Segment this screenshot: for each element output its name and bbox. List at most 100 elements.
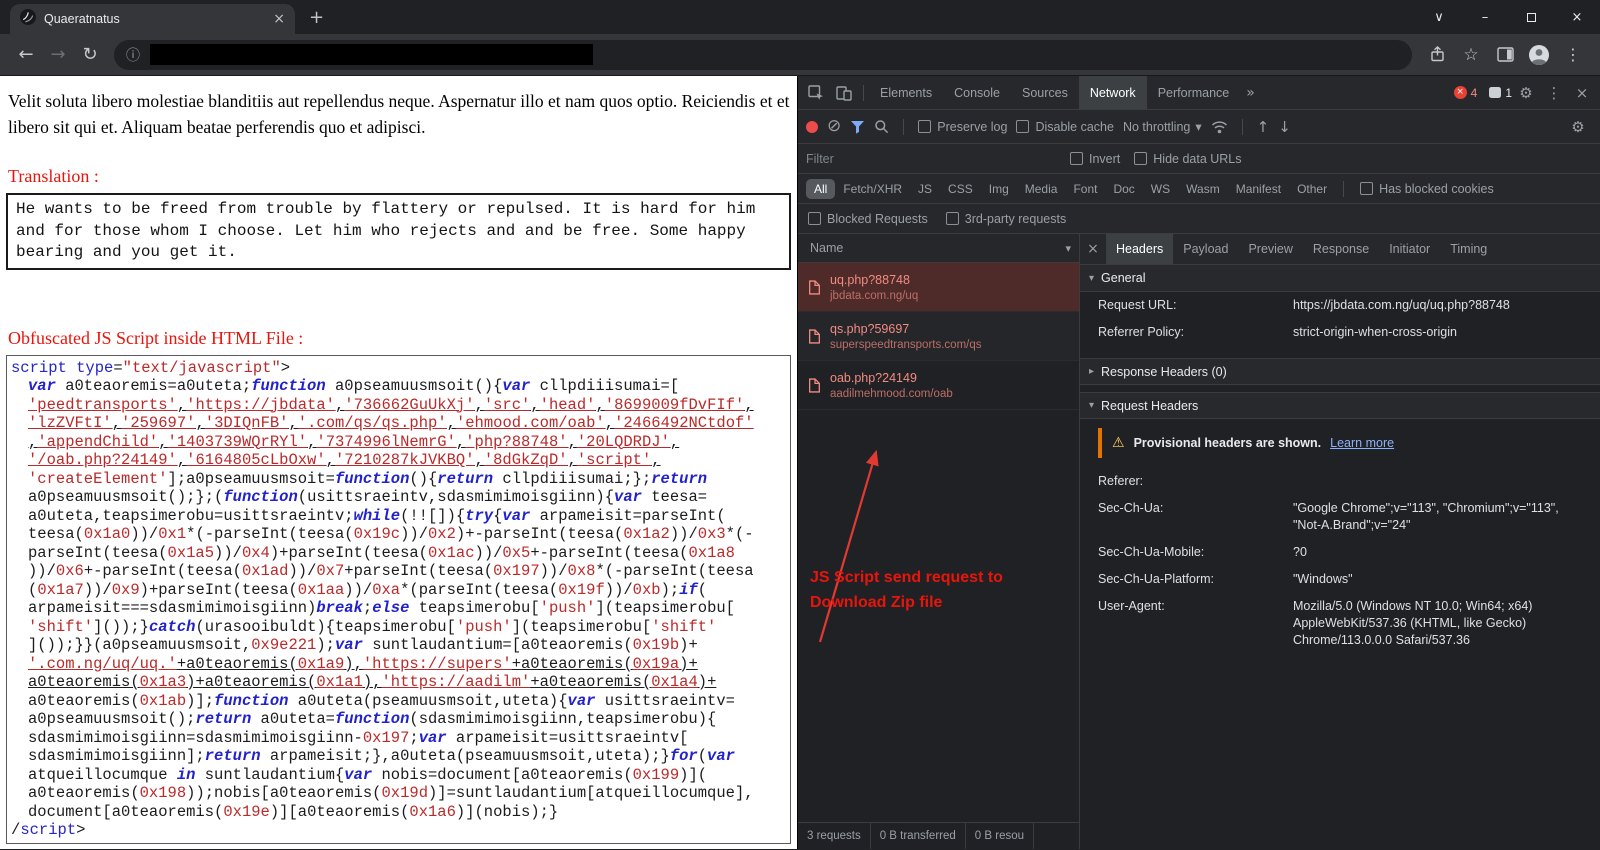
- network-conditions-icon[interactable]: [1211, 120, 1228, 134]
- new-tab-button[interactable]: +: [309, 7, 324, 28]
- devtools-tab-network[interactable]: Network: [1078, 76, 1147, 109]
- reload-icon[interactable]: ↻: [74, 44, 106, 65]
- filter-chip-js[interactable]: JS: [910, 179, 940, 199]
- detail-tab-response[interactable]: Response: [1303, 234, 1379, 264]
- filter-chip-fetch-xhr[interactable]: Fetch/XHR: [835, 179, 910, 199]
- devtools-menu-icon[interactable]: ⋮: [1540, 76, 1568, 110]
- code-line: '/oab.php?24149','6164805cLbOxw','721028…: [28, 451, 661, 469]
- header-row: Sec-Ch-Ua: "Google Chrome";v="113", "Chro…: [1080, 495, 1600, 539]
- detail-tab-headers[interactable]: Headers: [1106, 234, 1174, 264]
- obfuscated-code-box: script type="text/javascript"> var a0teao…: [6, 354, 791, 844]
- header-value: [1293, 473, 1590, 490]
- clear-icon[interactable]: ⊘: [827, 118, 841, 135]
- tab-search-chevron-icon[interactable]: ∨: [1416, 10, 1462, 25]
- address-bar[interactable]: ⓘ: [114, 39, 1412, 70]
- hide-data-urls-checkbox[interactable]: Hide data URLs: [1134, 152, 1242, 166]
- detail-tab-preview[interactable]: Preview: [1238, 234, 1302, 264]
- redacted-url: [150, 44, 593, 65]
- network-settings-icon[interactable]: ⚙: [1564, 110, 1592, 144]
- filter-chip-all[interactable]: All: [806, 178, 836, 199]
- filter-chip-ws[interactable]: WS: [1143, 179, 1178, 199]
- device-toolbar-icon[interactable]: [830, 76, 858, 110]
- inspect-icon[interactable]: [802, 76, 830, 110]
- section-response-headers[interactable]: ▸ Response Headers (0): [1080, 358, 1600, 385]
- section-label: General: [1101, 271, 1146, 285]
- filter-chip-css[interactable]: CSS: [940, 179, 981, 199]
- network-request-row[interactable]: oab.php?24149 aadilmehmood.com/oab: [798, 361, 1079, 410]
- checkbox-box: [1070, 152, 1083, 165]
- section-general[interactable]: ▾ General: [1080, 265, 1600, 292]
- preserve-log-checkbox[interactable]: Preserve log: [918, 120, 1007, 134]
- devtools-close-icon[interactable]: ×: [1568, 76, 1596, 110]
- bookmark-star-icon[interactable]: ☆: [1454, 45, 1488, 65]
- window-close-icon[interactable]: ×: [1554, 10, 1600, 25]
- intro-paragraph: Velit soluta libero molestiae blanditiis…: [8, 91, 790, 137]
- browser-menu-icon[interactable]: ⋮: [1556, 45, 1590, 64]
- filter-chip-media[interactable]: Media: [1017, 179, 1066, 199]
- request-detail-panel: × Headers Payload Preview Response Initiator…: [1080, 234, 1600, 849]
- disable-cache-checkbox[interactable]: Disable cache: [1016, 120, 1114, 134]
- devtools-tab-elements[interactable]: Elements: [869, 76, 943, 109]
- headers-view: ▾ General Request URL: https://jbdata.com…: [1080, 265, 1600, 849]
- filter-chip-other[interactable]: Other: [1289, 179, 1335, 199]
- filter-chip-img[interactable]: Img: [981, 179, 1017, 199]
- maximize-icon[interactable]: [1508, 10, 1554, 25]
- filter-chip-manifest[interactable]: Manifest: [1228, 179, 1289, 199]
- export-har-icon[interactable]: ↓: [1278, 118, 1291, 136]
- provisional-headers-warning: ⚠ Provisional headers are shown. Learn m…: [1098, 428, 1600, 458]
- triangle-down-icon: ▾: [1089, 272, 1095, 284]
- invert-checkbox[interactable]: Invert: [1070, 152, 1120, 166]
- back-icon[interactable]: ←: [10, 44, 42, 65]
- obfuscated-heading: Obfuscated JS Script inside HTML File :: [8, 327, 304, 348]
- devtools-tab-sources[interactable]: Sources: [1011, 76, 1079, 109]
- side-panel-icon[interactable]: [1488, 47, 1522, 62]
- minimize-icon[interactable]: –: [1462, 10, 1508, 25]
- section-label: Request Headers: [1101, 398, 1199, 413]
- record-icon[interactable]: [806, 120, 818, 133]
- search-icon[interactable]: [874, 119, 889, 134]
- blocked-requests-row: Blocked Requests 3rd-party requests: [798, 204, 1600, 234]
- third-party-requests-checkbox[interactable]: 3rd-party requests: [945, 212, 1066, 226]
- filter-chip-doc[interactable]: Doc: [1105, 179, 1142, 199]
- profile-avatar[interactable]: [1522, 44, 1556, 66]
- browser-tab[interactable]: Quaeratnatus ×: [10, 4, 295, 34]
- filter-input[interactable]: [806, 151, 1056, 166]
- network-request-row[interactable]: qs.php?59697 superspeedtransports.com/qs: [798, 312, 1079, 361]
- detail-tabbar: × Headers Payload Preview Response Initiator…: [1080, 234, 1600, 265]
- issues-badge[interactable]: 1: [1489, 86, 1512, 100]
- more-tabs-icon[interactable]: »: [1240, 85, 1261, 101]
- has-blocked-cookies-checkbox[interactable]: Has blocked cookies: [1360, 182, 1494, 196]
- devtools-tab-performance[interactable]: Performance: [1147, 76, 1241, 109]
- blocked-requests-checkbox[interactable]: Blocked Requests: [808, 212, 928, 226]
- share-icon[interactable]: [1420, 46, 1454, 63]
- error-count-badge[interactable]: × 4: [1453, 86, 1477, 100]
- detail-close-icon[interactable]: ×: [1080, 241, 1106, 257]
- filter-chip-wasm[interactable]: Wasm: [1178, 179, 1228, 199]
- section-request-headers[interactable]: ▾ Request Headers: [1080, 392, 1600, 419]
- devtools-panel: Elements Console Sources Network Performance…: [797, 76, 1600, 849]
- devtools-settings-icon[interactable]: ⚙: [1512, 76, 1540, 110]
- window-controls: ∨ – ×: [1416, 0, 1600, 34]
- code-line: 'shift']());}catch(urasooibuldt){teapsim…: [28, 617, 717, 636]
- throttling-dropdown[interactable]: No throttling ▾: [1123, 119, 1202, 134]
- devtools-tab-console[interactable]: Console: [943, 76, 1011, 109]
- filter-chip-font[interactable]: Font: [1065, 179, 1105, 199]
- forward-icon[interactable]: →: [42, 44, 74, 65]
- detail-tab-payload[interactable]: Payload: [1173, 234, 1238, 264]
- header-row: Referer:: [1080, 468, 1600, 495]
- checkbox-label: Blocked Requests: [827, 211, 928, 226]
- learn-more-link[interactable]: Learn more: [1330, 436, 1394, 450]
- request-name: qs.php?59697: [830, 321, 910, 336]
- filter-funnel-icon[interactable]: [850, 120, 865, 134]
- tab-close-icon[interactable]: ×: [273, 11, 285, 27]
- checkbox-label: Disable cache: [1035, 119, 1114, 134]
- network-request-row[interactable]: uq.php?88748 jbdata.com.ng/uq: [798, 263, 1079, 312]
- network-body: Name ▾ uq.php?88748 jbdata.com.ng/uq qs.ph…: [798, 234, 1600, 849]
- code-line: sdasmimimoisgiinn=sdasmimimoisgiinn-0x19…: [28, 728, 689, 747]
- import-har-icon[interactable]: ↑: [1257, 118, 1270, 136]
- name-column-header[interactable]: Name ▾: [798, 234, 1079, 263]
- checkbox-box: [1360, 182, 1374, 195]
- detail-tab-initiator[interactable]: Initiator: [1379, 234, 1440, 264]
- site-info-icon[interactable]: ⓘ: [126, 45, 140, 65]
- detail-tab-timing[interactable]: Timing: [1440, 234, 1497, 264]
